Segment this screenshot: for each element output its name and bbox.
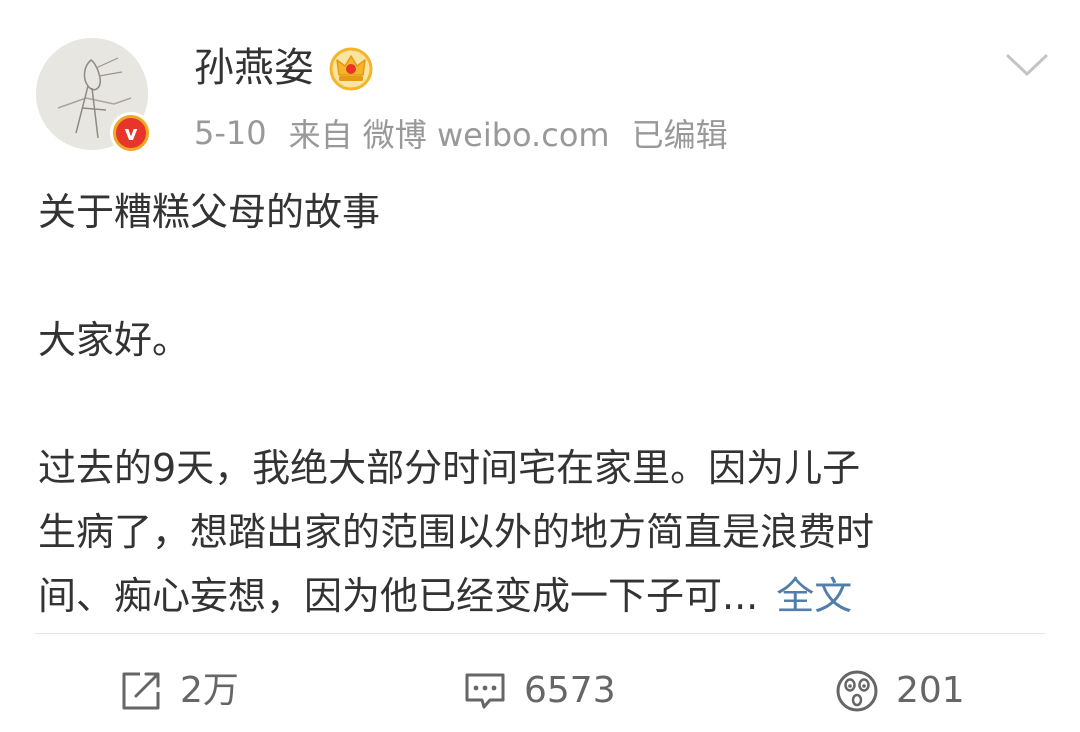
body-line-last: 间、痴心妄想，因为他已经变成一下子可... 全文 (38, 564, 1038, 628)
name-row: 孙燕姿 (194, 40, 374, 96)
post-title-line: 关于糟糕父母的故事 (38, 190, 381, 234)
reaction-count: 201 (896, 670, 965, 711)
action-bar: 2万 6573 201 (0, 660, 1080, 722)
weibo-post-card: v 孙燕姿 5-10 来自 微博 weibo.com 已编辑 关于糟糕父母的故事… (0, 0, 1080, 732)
reaction-button[interactable]: 201 (834, 660, 965, 722)
repost-icon (122, 672, 160, 710)
verified-letter: v (116, 118, 146, 148)
crown-icon[interactable] (328, 45, 374, 91)
comment-icon (465, 673, 505, 709)
chevron-down-icon[interactable] (1004, 50, 1050, 80)
repost-count: 2万 (180, 670, 239, 711)
username[interactable]: 孙燕姿 (194, 40, 314, 96)
body-line-text: 间、痴心妄想，因为他已经变成一下子可... (38, 574, 759, 618)
post-date: 5-10 (194, 114, 267, 152)
post-content: 关于糟糕父母的故事 大家好。 过去的9天，我绝大部分时间宅在家里。因为儿子 生病… (38, 180, 1038, 628)
divider (34, 633, 1046, 634)
body-line: 过去的9天，我绝大部分时间宅在家里。因为儿子 (38, 446, 861, 490)
post-source[interactable]: 来自 微博 weibo.com (289, 110, 610, 156)
full-text-link[interactable]: 全文 (776, 574, 852, 618)
body-line: 生病了，想踏出家的范围以外的地方简直是浪费时 (38, 510, 875, 554)
surprised-face-icon (836, 670, 878, 712)
comment-count: 6573 (524, 670, 616, 711)
comment-button[interactable]: 6573 (462, 660, 616, 722)
greeting-line: 大家好。 (38, 318, 191, 362)
verified-badge-icon: v (110, 112, 152, 154)
edited-label[interactable]: 已编辑 (632, 110, 728, 156)
repost-button[interactable]: 2万 (118, 660, 239, 722)
post-meta: 5-10 来自 微博 weibo.com 已编辑 (194, 110, 750, 156)
